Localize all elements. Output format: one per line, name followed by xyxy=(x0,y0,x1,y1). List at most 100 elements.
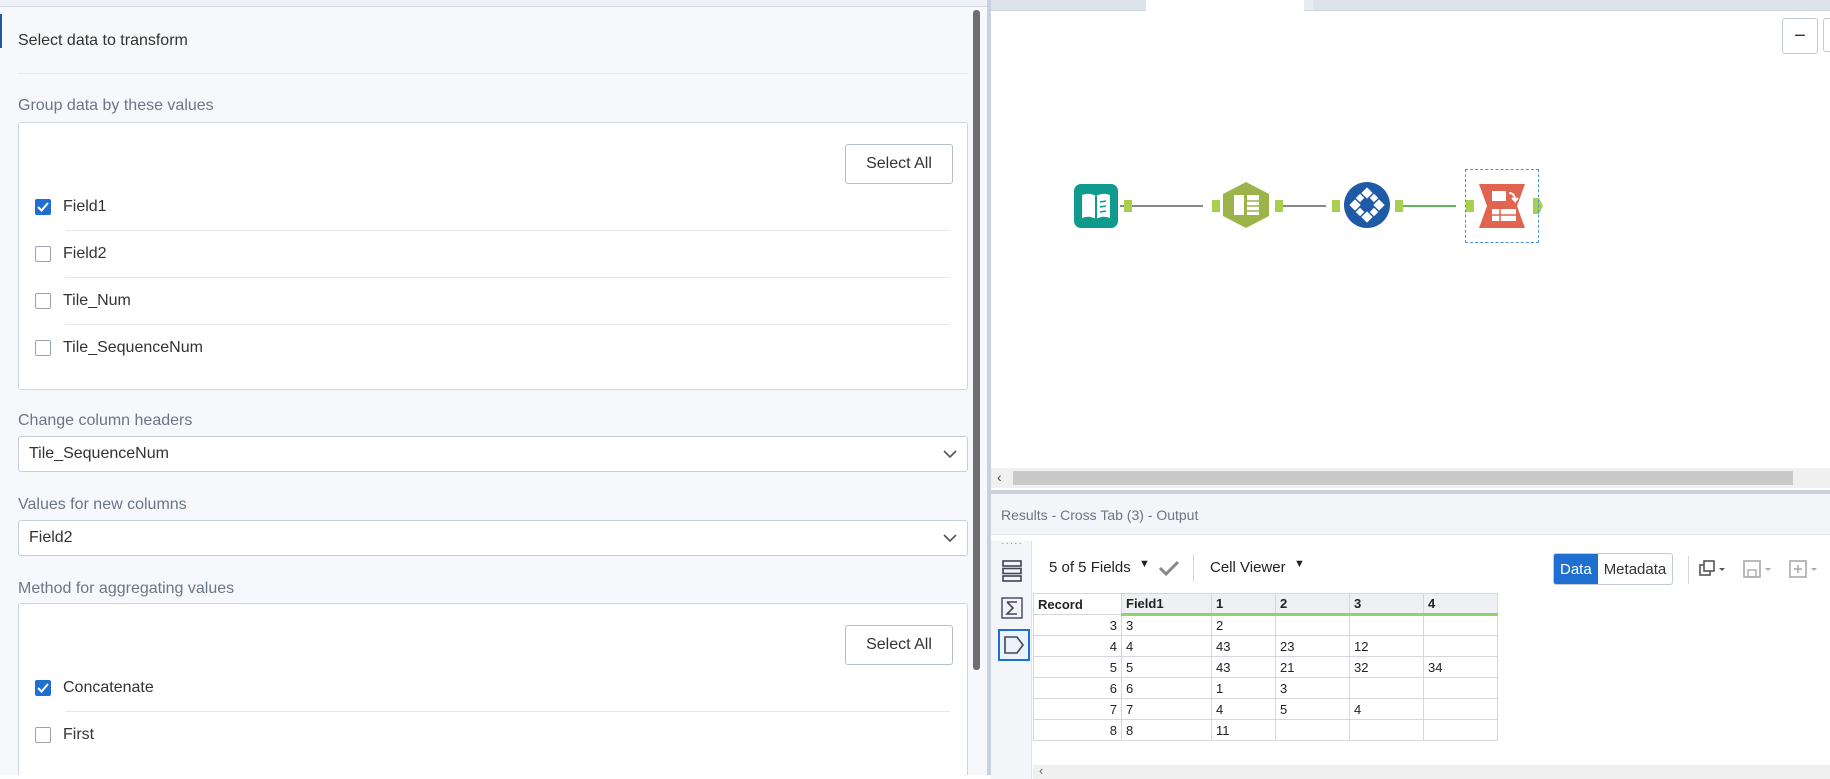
checkbox[interactable] xyxy=(35,727,51,743)
column-header[interactable]: Record xyxy=(1033,593,1122,615)
summary-sigma-icon[interactable] xyxy=(998,594,1026,622)
table-row: 5 5 43 21 32 34 xyxy=(1033,656,1498,678)
scroll-left-icon[interactable]: ‹ xyxy=(997,469,1002,485)
workflow-canvas[interactable]: − ‹ xyxy=(991,0,1830,490)
table-cell[interactable]: 34 xyxy=(1423,656,1498,678)
record-number-cell[interactable]: 8 xyxy=(1033,719,1122,741)
caret-down-icon[interactable]: ▼ xyxy=(1294,558,1305,570)
table-cell[interactable] xyxy=(1423,635,1498,657)
table-cell[interactable]: 7 xyxy=(1121,698,1212,720)
table-cell[interactable]: 43 xyxy=(1211,656,1276,678)
table-cell[interactable] xyxy=(1349,719,1424,741)
copy-icon[interactable] xyxy=(1698,559,1728,579)
record-number-cell[interactable]: 7 xyxy=(1033,698,1122,720)
scroll-thumb[interactable] xyxy=(1013,471,1793,485)
checkmark-icon[interactable] xyxy=(1158,560,1180,576)
checkbox-checked[interactable] xyxy=(35,199,51,215)
table-cell[interactable]: 3 xyxy=(1275,677,1350,699)
canvas-tab-bar xyxy=(991,0,1830,11)
record-number-cell[interactable]: 4 xyxy=(1033,635,1122,657)
group-field-item[interactable]: Tile_SequenceNum xyxy=(35,325,950,371)
checkbox[interactable] xyxy=(35,246,51,262)
panel-scrollbar[interactable] xyxy=(973,10,980,670)
caret-down-icon[interactable]: ▼ xyxy=(1139,558,1150,570)
output-port[interactable] xyxy=(1124,200,1132,212)
tab-1[interactable] xyxy=(991,0,1147,10)
output-port[interactable] xyxy=(1275,200,1283,212)
results-horizontal-scrollbar[interactable]: ‹ xyxy=(1033,763,1830,779)
new-columns-values-select[interactable]: Field2 xyxy=(18,520,968,556)
table-cell[interactable]: 5 xyxy=(1275,698,1350,720)
cell-viewer-dropdown[interactable]: Cell Viewer xyxy=(1210,559,1286,576)
record-number-cell[interactable]: 3 xyxy=(1033,614,1122,636)
zoom-in-button[interactable] xyxy=(1823,18,1830,52)
table-cell[interactable] xyxy=(1275,719,1350,741)
title-divider xyxy=(18,73,968,74)
chevron-down-icon xyxy=(943,449,957,458)
record-number-cell[interactable]: 5 xyxy=(1033,656,1122,678)
method-item[interactable]: Concatenate xyxy=(35,665,950,711)
table-cell[interactable]: 2 xyxy=(1211,614,1276,636)
save-icon[interactable] xyxy=(1742,559,1774,579)
table-cell[interactable] xyxy=(1349,677,1424,699)
table-cell[interactable]: 23 xyxy=(1275,635,1350,657)
input-port[interactable] xyxy=(1332,200,1340,212)
table-cell[interactable] xyxy=(1423,677,1498,699)
column-header[interactable]: 2 xyxy=(1275,593,1350,616)
table-cell[interactable]: 4 xyxy=(1349,698,1424,720)
group-field-item[interactable]: Tile_Num xyxy=(35,278,950,324)
checkbox[interactable] xyxy=(35,340,51,356)
table-cell[interactable]: 4 xyxy=(1121,635,1212,657)
group-field-item[interactable]: Field1 xyxy=(35,184,950,230)
group-select-all-button[interactable]: Select All xyxy=(845,144,953,184)
column-header[interactable]: Field1 xyxy=(1121,593,1212,616)
method-item[interactable]: First xyxy=(35,712,950,758)
column-headers-select[interactable]: Tile_SequenceNum xyxy=(18,436,968,472)
checkbox[interactable] xyxy=(35,293,51,309)
input-data-tool[interactable] xyxy=(1073,183,1119,229)
column-header[interactable]: 4 xyxy=(1423,593,1498,616)
input-port[interactable] xyxy=(1212,200,1220,212)
table-cell[interactable]: 4 xyxy=(1211,698,1276,720)
table-cell[interactable]: 5 xyxy=(1121,656,1212,678)
table-cell[interactable] xyxy=(1423,698,1498,720)
tab-metadata[interactable]: Metadata xyxy=(1598,554,1673,584)
table-cell[interactable]: 21 xyxy=(1275,656,1350,678)
canvas-horizontal-scrollbar[interactable]: ‹ xyxy=(991,468,1830,488)
fields-dropdown-label[interactable]: 5 of 5 Fields xyxy=(1049,559,1131,576)
column-header[interactable]: 3 xyxy=(1349,593,1424,616)
output-port[interactable] xyxy=(1395,200,1403,212)
table-cell[interactable] xyxy=(1423,719,1498,741)
tab-data[interactable]: Data xyxy=(1554,554,1598,584)
drag-handle-icon[interactable]: ····· xyxy=(998,538,1026,549)
table-cell[interactable]: 1 xyxy=(1211,677,1276,699)
group-field-item[interactable]: Field2 xyxy=(35,231,950,277)
column-header[interactable]: 1 xyxy=(1211,593,1276,616)
record-number-cell[interactable]: 6 xyxy=(1033,677,1122,699)
table-cell[interactable] xyxy=(1349,614,1424,636)
cross-tab-tool-selected[interactable] xyxy=(1465,169,1539,243)
table-cell[interactable]: 6 xyxy=(1121,677,1212,699)
tab-3[interactable] xyxy=(1313,0,1830,10)
table-cell[interactable]: 8 xyxy=(1121,719,1212,741)
add-tool-icon[interactable] xyxy=(1788,559,1820,579)
data-metadata-toggle: Data Metadata xyxy=(1553,553,1674,585)
table-view-icon[interactable] xyxy=(998,557,1026,585)
checkbox-checked[interactable] xyxy=(35,680,51,696)
table-cell[interactable]: 11 xyxy=(1211,719,1276,741)
table-cell[interactable]: 12 xyxy=(1349,635,1424,657)
tab-active[interactable] xyxy=(1146,0,1304,11)
table-cell[interactable]: 43 xyxy=(1211,635,1276,657)
transpose-tool[interactable] xyxy=(1343,181,1391,229)
text-to-columns-tool[interactable] xyxy=(1221,181,1271,229)
table-cell[interactable] xyxy=(1423,614,1498,636)
table-cell[interactable] xyxy=(1275,614,1350,636)
transform-icon xyxy=(1344,182,1390,228)
zoom-out-button[interactable]: − xyxy=(1782,18,1818,54)
scroll-left-icon[interactable]: ‹ xyxy=(1039,763,1043,778)
group-field-label: Field1 xyxy=(63,198,107,215)
table-cell[interactable]: 3 xyxy=(1121,614,1212,636)
method-select-all-button[interactable]: Select All xyxy=(845,625,953,665)
table-cell[interactable]: 32 xyxy=(1349,656,1424,678)
tag-view-icon[interactable] xyxy=(998,629,1030,661)
